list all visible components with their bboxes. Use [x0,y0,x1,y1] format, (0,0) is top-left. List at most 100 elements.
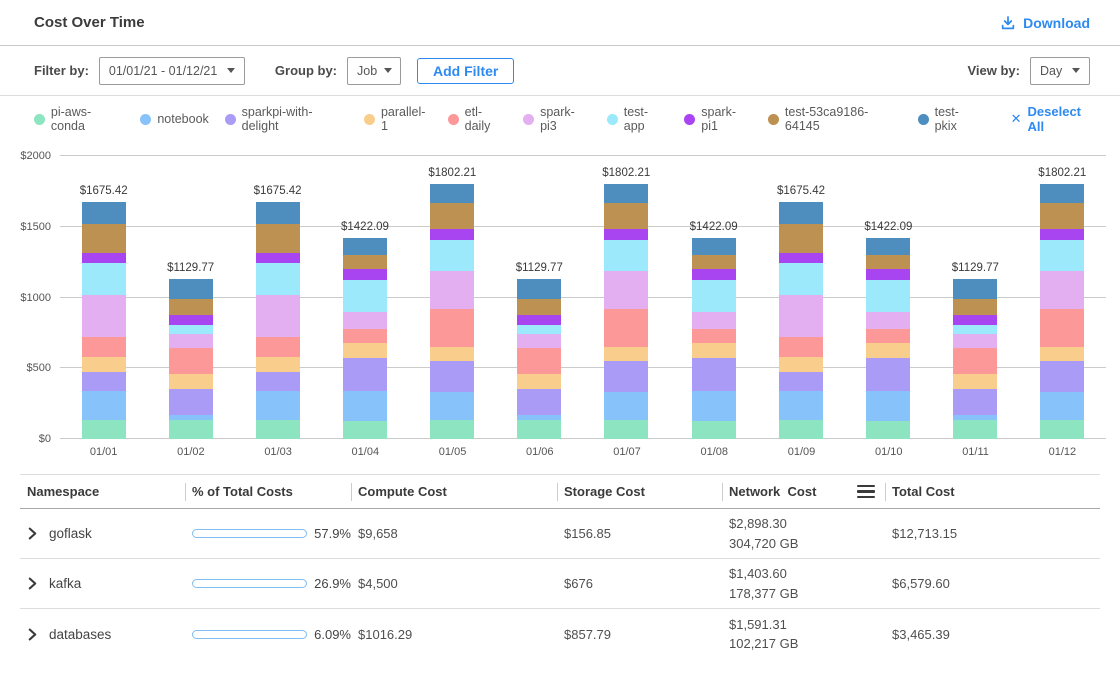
bar-segment-pi-aws-conda[interactable] [82,420,126,439]
bar-segment-parallel-1[interactable] [169,374,213,389]
stacked-bar-01/09[interactable] [779,202,823,439]
stacked-bar-01/01[interactable] [82,202,126,439]
bar-segment-spark-pi1[interactable] [866,269,910,280]
bar-segment-spark-pi3[interactable] [953,334,997,348]
stacked-bar-01/05[interactable] [430,184,474,439]
bar-segment-parallel-1[interactable] [779,357,823,372]
bar-segment-pi-aws-conda[interactable] [953,420,997,439]
bar-segment-test-53ca9186-64145[interactable] [953,299,997,315]
bar-segment-sparkpi-with-delight[interactable] [430,361,474,393]
bar-segment-notebook[interactable] [604,392,648,420]
bar-segment-test-53ca9186-64145[interactable] [604,203,648,229]
legend-item-test-pkix[interactable]: test-pkix [918,105,981,133]
bar-segment-test-app[interactable] [779,263,823,296]
column-header-percent-total[interactable]: % of Total Costs [185,475,351,508]
bar-segment-notebook[interactable] [82,391,126,419]
bar-segment-parallel-1[interactable] [430,347,474,361]
bar-segment-etl-daily[interactable] [779,337,823,357]
bar-segment-parallel-1[interactable] [953,374,997,389]
bar-segment-etl-daily[interactable] [517,348,561,374]
bar-segment-sparkpi-with-delight[interactable] [1040,361,1084,393]
legend-item-test-53ca9186-64145[interactable]: test-53ca9186-64145 [768,105,902,133]
bar-segment-parallel-1[interactable] [866,343,910,358]
bar-segment-notebook[interactable] [343,391,387,420]
bar-segment-sparkpi-with-delight[interactable] [256,372,300,391]
bar-segment-spark-pi1[interactable] [604,229,648,240]
bar-segment-test-app[interactable] [430,240,474,271]
bar-segment-spark-pi3[interactable] [169,334,213,348]
bar-segment-etl-daily[interactable] [169,348,213,374]
bar-segment-spark-pi3[interactable] [256,295,300,336]
add-filter-button[interactable]: Add Filter [417,58,514,84]
legend-item-spark-pi1[interactable]: spark-pi1 [684,105,752,133]
expand-row-icon[interactable] [27,527,38,540]
bar-segment-test-53ca9186-64145[interactable] [82,224,126,253]
bar-segment-test-pkix[interactable] [779,202,823,224]
bar-segment-parallel-1[interactable] [1040,347,1084,361]
stacked-bar-01/04[interactable] [343,238,387,439]
bar-segment-test-53ca9186-64145[interactable] [169,299,213,315]
legend-item-pi-aws-conda[interactable]: pi-aws-conda [34,105,124,133]
bar-segment-test-app[interactable] [604,240,648,271]
bar-segment-sparkpi-with-delight[interactable] [779,372,823,391]
bar-segment-sparkpi-with-delight[interactable] [169,389,213,415]
bar-segment-spark-pi1[interactable] [343,269,387,280]
bar-segment-etl-daily[interactable] [866,329,910,343]
stacked-bar-01/06[interactable] [517,279,561,439]
bar-segment-parallel-1[interactable] [692,343,736,358]
bar-segment-test-app[interactable] [82,263,126,296]
bar-segment-etl-daily[interactable] [430,309,474,347]
bar-segment-spark-pi3[interactable] [779,295,823,336]
bar-segment-sparkpi-with-delight[interactable] [517,389,561,415]
bar-segment-notebook[interactable] [866,391,910,420]
bar-segment-test-53ca9186-64145[interactable] [866,255,910,269]
bar-segment-spark-pi1[interactable] [1040,229,1084,240]
bar-segment-etl-daily[interactable] [692,329,736,343]
bar-segment-etl-daily[interactable] [343,329,387,343]
expand-row-icon[interactable] [27,577,38,590]
stacked-bar-01/08[interactable] [692,238,736,439]
bar-segment-notebook[interactable] [256,391,300,419]
bar-segment-test-app[interactable] [256,263,300,296]
bar-segment-pi-aws-conda[interactable] [517,420,561,439]
column-header-namespace[interactable]: Namespace [20,475,185,508]
bar-segment-spark-pi3[interactable] [692,312,736,328]
stacked-bar-01/10[interactable] [866,238,910,439]
bar-segment-test-pkix[interactable] [604,184,648,203]
bar-segment-spark-pi3[interactable] [517,334,561,348]
bar-segment-spark-pi3[interactable] [82,295,126,336]
stacked-bar-01/03[interactable] [256,202,300,439]
bar-segment-pi-aws-conda[interactable] [1040,420,1084,439]
bar-segment-notebook[interactable] [779,391,823,419]
bar-segment-parallel-1[interactable] [256,357,300,372]
date-range-select[interactable]: 01/01/21 - 01/12/21 [99,57,245,85]
bar-segment-spark-pi1[interactable] [517,315,561,326]
bar-segment-etl-daily[interactable] [1040,309,1084,347]
bar-segment-test-pkix[interactable] [953,279,997,299]
bar-segment-spark-pi1[interactable] [779,253,823,263]
bar-segment-spark-pi3[interactable] [430,271,474,309]
legend-item-spark-pi3[interactable]: spark-pi3 [523,105,591,133]
bar-segment-parallel-1[interactable] [343,343,387,358]
column-header-storage-cost[interactable]: Storage Cost [557,475,722,508]
bar-segment-test-app[interactable] [169,325,213,333]
stacked-bar-01/02[interactable] [169,279,213,439]
column-header-network-cost[interactable]: Network Cost [722,475,885,508]
bar-segment-parallel-1[interactable] [604,347,648,361]
bar-segment-test-pkix[interactable] [866,238,910,255]
bar-segment-test-pkix[interactable] [169,279,213,299]
bar-segment-test-53ca9186-64145[interactable] [256,224,300,253]
bar-segment-test-53ca9186-64145[interactable] [692,255,736,269]
bar-segment-spark-pi1[interactable] [256,253,300,263]
column-menu-icon[interactable] [857,485,875,499]
bar-segment-test-pkix[interactable] [343,238,387,255]
bar-segment-sparkpi-with-delight[interactable] [866,358,910,391]
bar-segment-test-app[interactable] [866,280,910,312]
bar-segment-test-app[interactable] [692,280,736,312]
view-by-select[interactable]: Day [1030,57,1090,85]
bar-segment-notebook[interactable] [1040,392,1084,420]
column-header-total-cost[interactable]: Total Cost [885,475,1100,508]
bar-segment-etl-daily[interactable] [82,337,126,357]
bar-segment-test-53ca9186-64145[interactable] [1040,203,1084,229]
bar-segment-test-app[interactable] [953,325,997,333]
